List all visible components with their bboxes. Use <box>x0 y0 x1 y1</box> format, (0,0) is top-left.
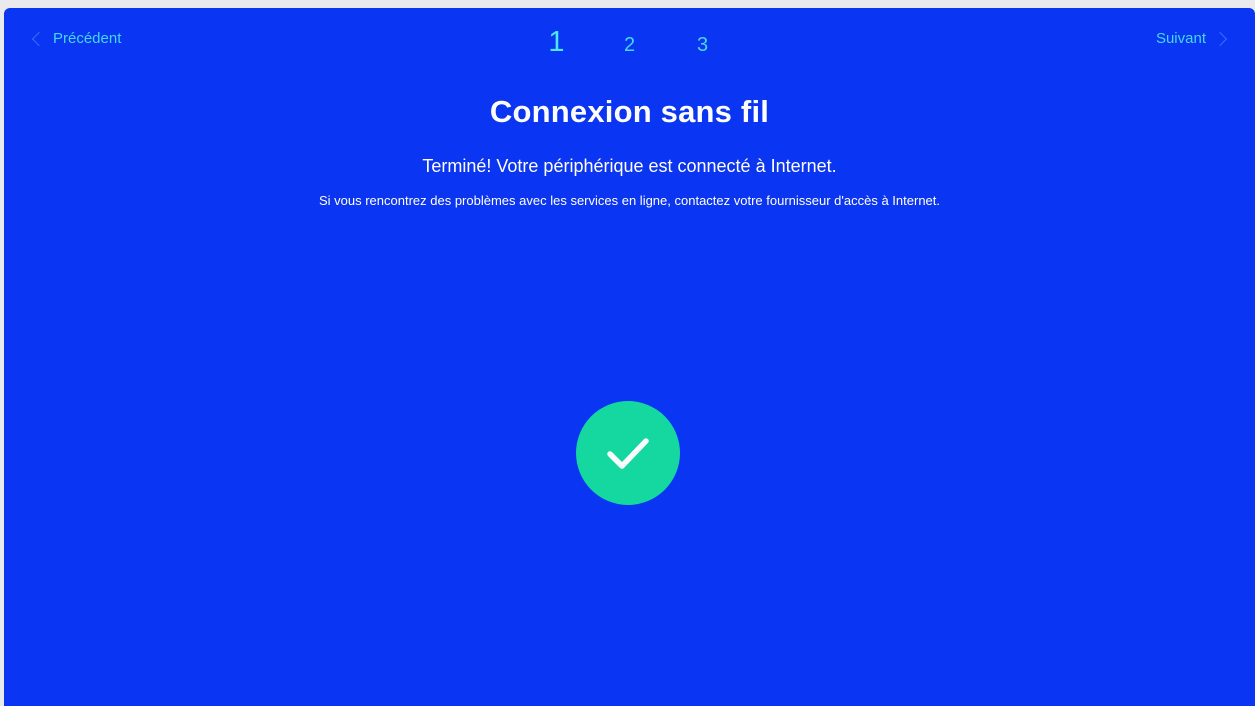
step-3: 3 <box>696 34 709 56</box>
next-button[interactable]: Suivant <box>1156 30 1229 47</box>
chevron-right-icon <box>1212 31 1228 46</box>
help-message: Si vous rencontrez des problèmes avec le… <box>318 193 941 208</box>
success-indicator <box>576 401 680 505</box>
next-label: Suivant <box>1155 30 1206 47</box>
setup-screen: Précédent 1 2 3 Suivant Connexion sans f… <box>4 8 1255 706</box>
step-1: 1 <box>548 26 565 58</box>
checkmark-icon <box>607 438 649 469</box>
step-2: 2 <box>623 34 636 56</box>
status-message: Terminé! Votre périphérique est connecté… <box>422 156 837 176</box>
page-title: Connexion sans fil <box>489 94 770 129</box>
step-indicator: 1 2 3 <box>4 26 1255 59</box>
